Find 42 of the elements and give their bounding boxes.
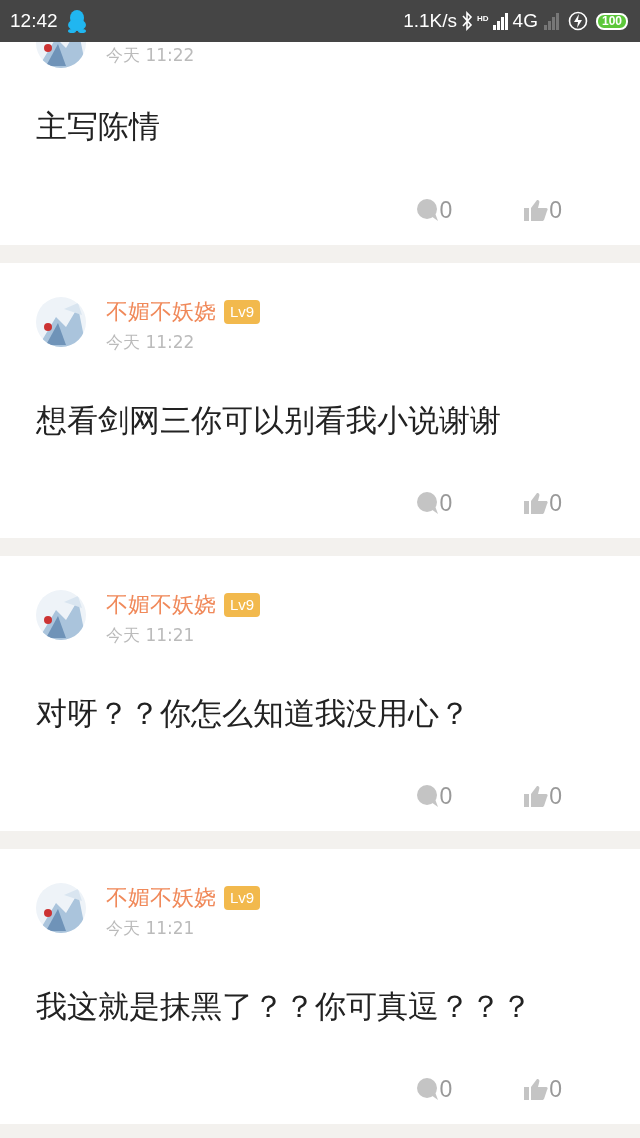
signal-icon [492, 12, 509, 30]
like-count: 0 [549, 1075, 562, 1104]
username: 不媚不妖娆 [106, 884, 216, 912]
speech-bubble-icon [415, 492, 440, 514]
level-badge: Lv9 [224, 886, 261, 910]
speech-bubble-icon [415, 199, 440, 221]
comment-text: 想看剑网三你可以别看我小说谢谢 [36, 402, 502, 438]
thumbs-up-icon [524, 199, 550, 221]
reply-count: 0 [439, 1075, 453, 1104]
timestamp: 今天 11:21 [106, 917, 196, 940]
charging-icon [567, 11, 588, 31]
speech-bubble-icon [415, 1078, 440, 1100]
avatar [36, 590, 86, 640]
timestamp: 今天 11:22 [106, 44, 195, 67]
bluetooth-icon [461, 11, 474, 31]
penguin-icon [65, 9, 88, 33]
thumbs-up-icon [524, 1078, 550, 1100]
like-count: 0 [549, 489, 562, 518]
avatar [36, 297, 86, 347]
reply-count: 0 [439, 196, 453, 225]
comment-text: 对呀？？你怎么知道我没用心？ [36, 695, 471, 731]
reply-count: 0 [439, 782, 453, 811]
hd-label: HD [477, 14, 489, 23]
comment-text: 我这就是抹黑了？？你可真逗？？？ [36, 988, 533, 1024]
timestamp: 今天 11:21 [106, 624, 196, 647]
reply-count: 0 [439, 489, 453, 518]
thumbs-up-icon [524, 785, 550, 807]
level-badge: Lv9 [224, 593, 261, 617]
avatar [36, 883, 86, 933]
timestamp: 今天 11:22 [106, 331, 196, 354]
clock: 12:42 [10, 8, 58, 33]
network-type: 4G [512, 8, 538, 33]
comment-text: 主写陈情 [36, 108, 161, 144]
speech-bubble-icon [415, 785, 440, 807]
username: 不媚不妖娆 [106, 591, 216, 619]
like-count: 0 [549, 782, 562, 811]
level-badge: Lv9 [224, 300, 261, 324]
battery-level: 100 [595, 12, 628, 30]
thumbs-up-icon [524, 492, 550, 514]
network-speed: 1.1K/s [403, 8, 458, 33]
username: 不媚不妖娆 [106, 298, 216, 326]
like-count: 0 [549, 196, 562, 225]
